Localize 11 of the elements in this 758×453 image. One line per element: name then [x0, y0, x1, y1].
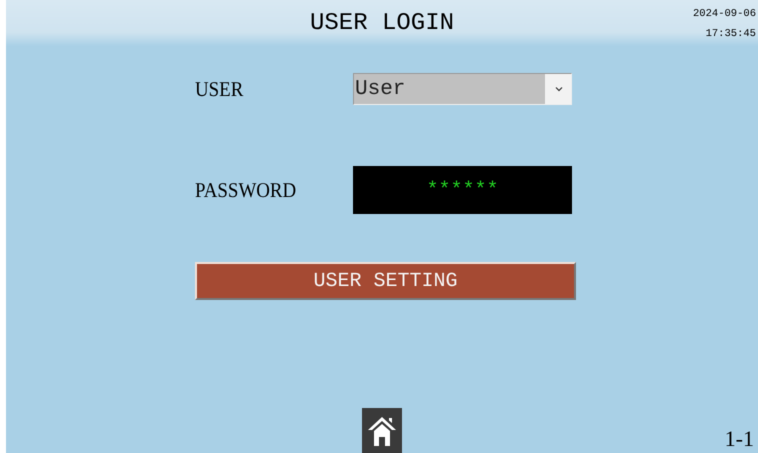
screen-title: USER LOGIN [310, 10, 454, 36]
password-label: PASSWORD [195, 177, 298, 204]
time-text: 17:35:45 [704, 27, 756, 42]
user-dropdown[interactable]: User [353, 73, 572, 105]
password-field[interactable]: ****** [353, 166, 572, 214]
user-setting-button[interactable]: USER SETTING [195, 262, 576, 300]
home-icon[interactable] [362, 408, 402, 453]
page-number: 1-1 [724, 425, 754, 453]
caret-icon [555, 86, 563, 92]
date-text: 2024-09-06 [692, 7, 756, 22]
user-label: USER [195, 76, 244, 103]
